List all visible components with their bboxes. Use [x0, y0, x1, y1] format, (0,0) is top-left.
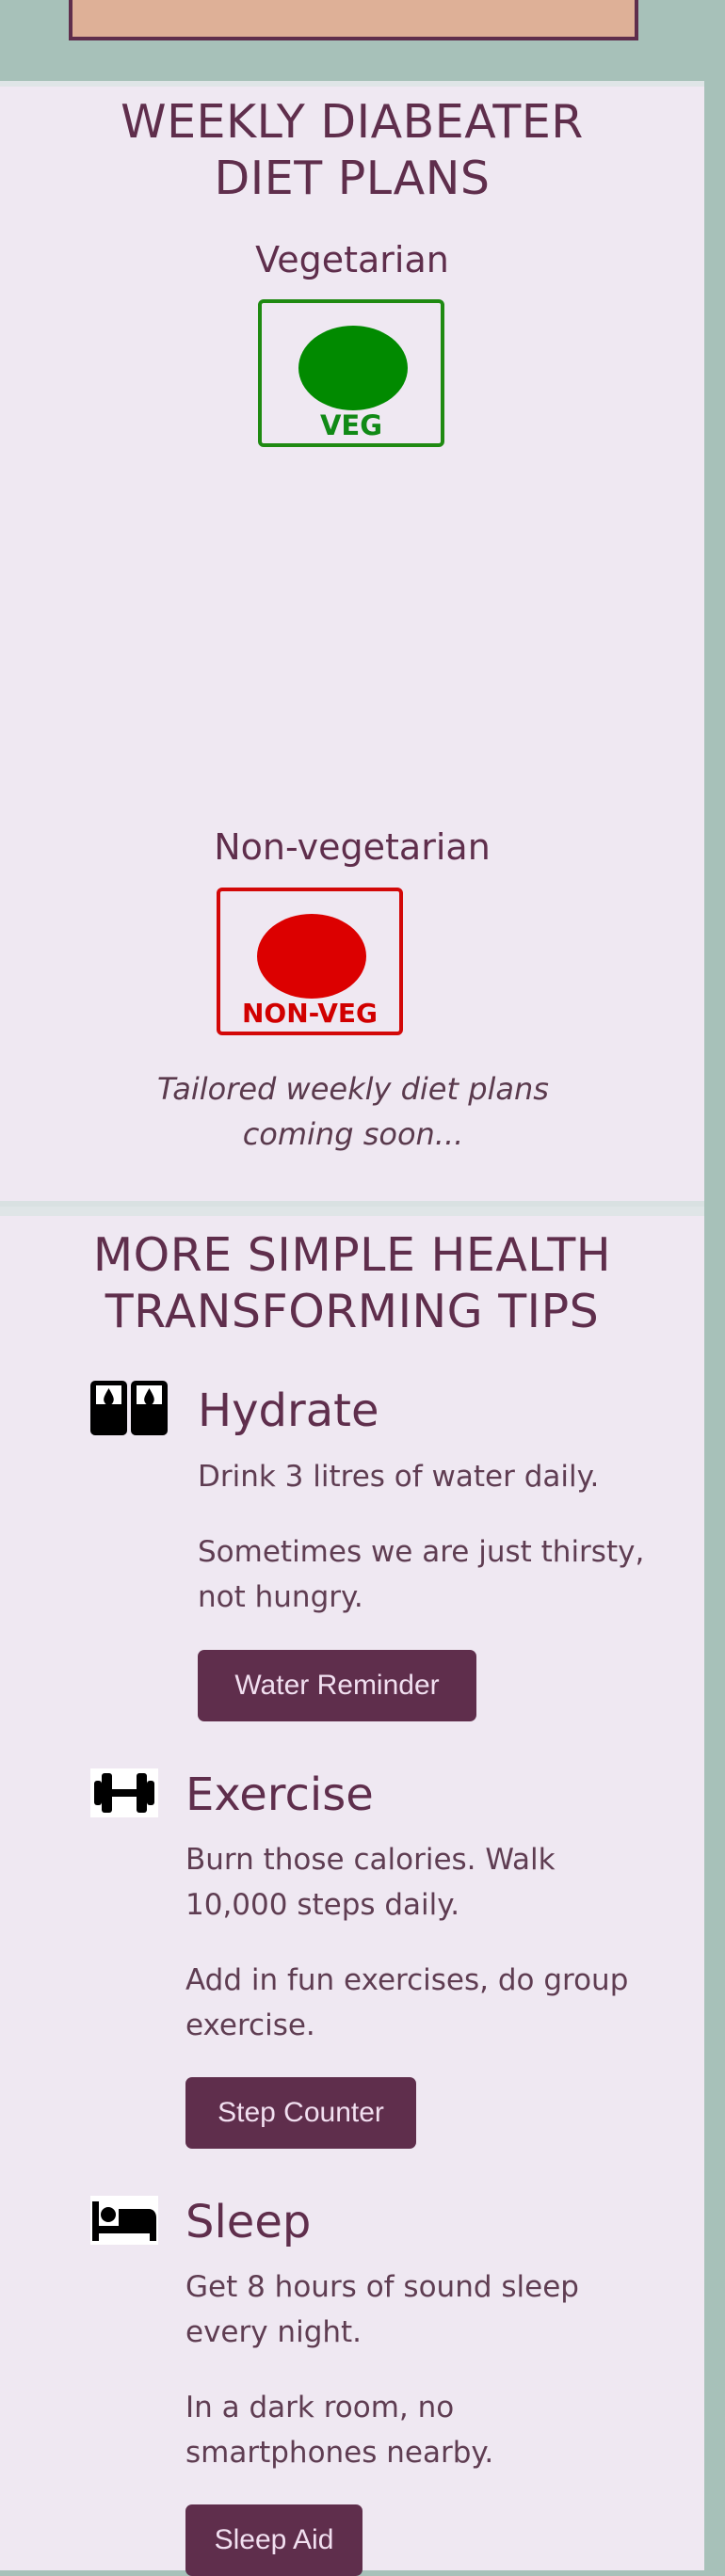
exercise-text-2b: exercise.	[185, 2008, 315, 2042]
water-reminder-button[interactable]: Water Reminder	[198, 1650, 476, 1721]
veg-badge[interactable]: VEG	[258, 299, 444, 447]
hydrate-text-1: Drink 3 litres of water daily.	[198, 1460, 600, 1494]
previous-section-card	[69, 0, 638, 40]
exercise-text-1a: Burn those calories. Walk	[185, 1843, 556, 1877]
hydrate-title: Hydrate	[198, 1384, 379, 1437]
tips-title-line2: TRANSFORMING TIPS	[105, 1285, 600, 1338]
hydrate-text-2a: Sometimes we are just thirsty,	[198, 1535, 645, 1569]
water-glasses-icon	[90, 1381, 168, 1435]
step-counter-button[interactable]: Step Counter	[185, 2077, 416, 2149]
exercise-text-1b: 10,000 steps daily.	[185, 1888, 460, 1922]
sleep-text-1b: every night.	[185, 2315, 362, 2349]
sleep-text-2b: smartphones nearby.	[185, 2436, 494, 2470]
nonveg-badge[interactable]: NON-VEG	[217, 888, 403, 1035]
sleep-text-1a: Get 8 hours of sound sleep	[185, 2270, 579, 2304]
dumbbell-icon	[90, 1768, 168, 1817]
nonveg-heading: Non-vegetarian	[214, 826, 491, 868]
vegetarian-heading: Vegetarian	[255, 239, 449, 280]
sleep-text-2a: In a dark room, no	[185, 2391, 455, 2424]
hydrate-text-2b: not hungry.	[198, 1580, 363, 1614]
sleep-title: Sleep	[185, 2196, 312, 2248]
nonveg-dot-icon	[257, 914, 366, 999]
tips-title-line1: MORE SIMPLE HEALTH	[92, 1228, 612, 1282]
exercise-text-2a: Add in fun exercises, do group	[185, 1963, 629, 1997]
bed-icon	[90, 2196, 168, 2245]
diet-title-line1: WEEKLY DIABEATER	[121, 95, 584, 149]
veg-badge-label: VEG	[319, 409, 383, 441]
veg-dot-icon	[298, 326, 408, 410]
sleep-aid-button[interactable]: Sleep Aid	[185, 2504, 362, 2576]
diet-title-line2: DIET PLANS	[214, 152, 491, 205]
coming-soon-note: Tailored weekly diet plans coming soon..…	[157, 1071, 549, 1152]
exercise-title: Exercise	[185, 1768, 374, 1821]
nonveg-badge-label: NON-VEG	[241, 998, 379, 1029]
